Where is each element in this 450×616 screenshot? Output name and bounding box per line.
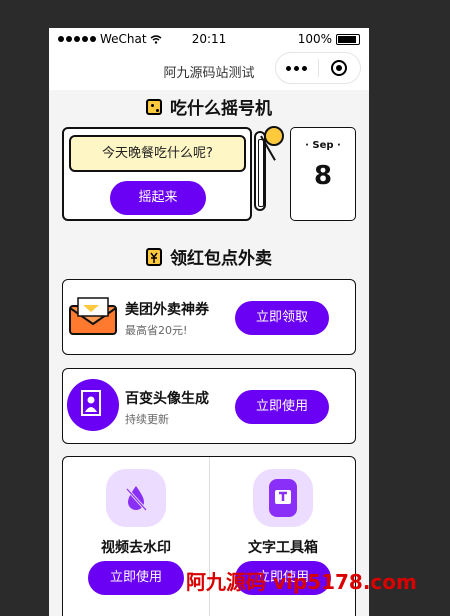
shake-machine-card: 今天晚餐吃什么呢? 摇起来 bbox=[62, 127, 252, 221]
phone-screen: WeChat 20:11 100% 阿九源码站测试 吃什么摇号机 今天晚餐吃什么… bbox=[49, 28, 369, 616]
tool-name: 文字工具箱 bbox=[248, 540, 318, 556]
coupon-subtitle: 最高省20元! bbox=[125, 324, 188, 337]
section-title-shake: 吃什么摇号机 bbox=[49, 94, 369, 119]
use-watermark-tool-button[interactable]: 立即使用 bbox=[88, 561, 184, 595]
section-title-text: 吃什么摇号机 bbox=[170, 99, 272, 119]
red-envelope-icon bbox=[146, 247, 162, 266]
battery-percent: 100% bbox=[297, 32, 332, 46]
close-miniprogram-button[interactable] bbox=[319, 60, 361, 76]
coupon-card-meituan[interactable]: 美团外卖神券 最高省20元! 立即领取 bbox=[62, 279, 356, 355]
envelope-icon bbox=[69, 297, 117, 335]
use-avatar-button[interactable]: 立即使用 bbox=[235, 390, 329, 424]
shake-button[interactable]: 摇起来 bbox=[110, 181, 206, 215]
text-tool-icon bbox=[253, 469, 313, 527]
date-day: 8 bbox=[313, 161, 333, 191]
avatar-generator-icon bbox=[67, 379, 119, 431]
capsule-menu bbox=[275, 52, 361, 84]
status-bar: WeChat 20:11 100% bbox=[49, 28, 369, 50]
coupon-name: 美团外卖神券 bbox=[125, 302, 209, 318]
coupon-name: 百变头像生成 bbox=[125, 391, 209, 407]
watermark-remove-icon bbox=[106, 469, 166, 527]
nav-bar: 阿九源码站测试 bbox=[49, 50, 369, 90]
date-card: · Sep · 8 bbox=[290, 127, 356, 221]
coupon-card-avatar[interactable]: 百变头像生成 持续更新 立即使用 bbox=[62, 368, 356, 444]
coupon-subtitle: 持续更新 bbox=[125, 413, 169, 426]
date-month: · Sep · bbox=[305, 140, 341, 151]
dice-icon bbox=[146, 98, 162, 115]
dinner-question: 今天晚餐吃什么呢? bbox=[69, 135, 246, 172]
site-watermark: 阿九源码 vip5178.com bbox=[186, 570, 417, 594]
more-icon[interactable] bbox=[276, 65, 318, 71]
lever-knob-icon[interactable] bbox=[264, 126, 284, 146]
section-title-text: 领红包点外卖 bbox=[170, 249, 272, 269]
section-title-coupons: 领红包点外卖 bbox=[49, 244, 369, 269]
tool-name: 视频去水印 bbox=[101, 540, 171, 556]
close-circle-icon bbox=[331, 60, 348, 76]
battery-icon bbox=[336, 33, 360, 45]
claim-coupon-button[interactable]: 立即领取 bbox=[235, 301, 329, 335]
